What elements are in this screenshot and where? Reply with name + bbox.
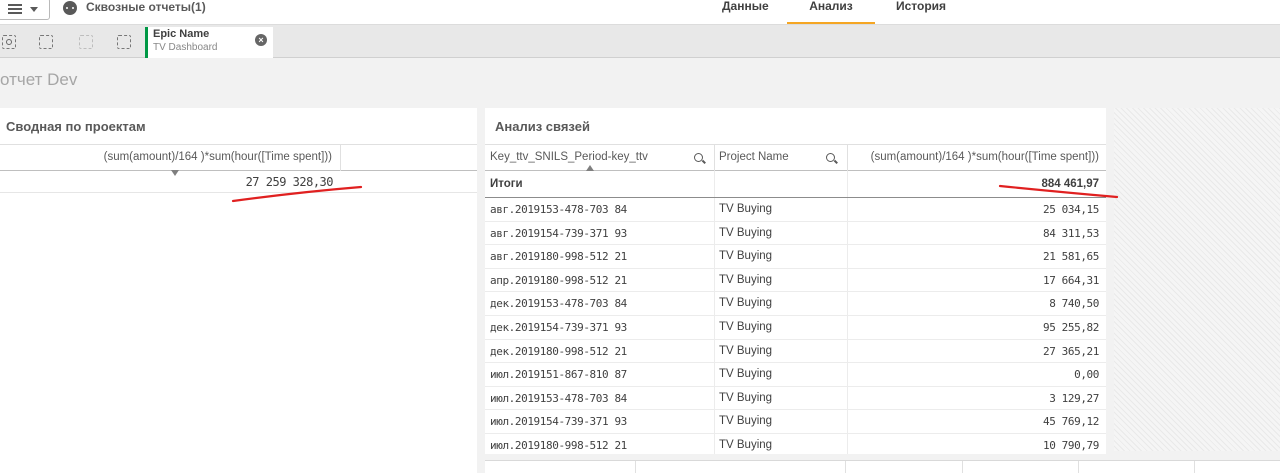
close-icon[interactable]: × (255, 34, 267, 46)
links-analysis-panel: Анализ связей Key_ttv_SNILS_Period-key_t… (485, 108, 1106, 454)
cell-value[interactable]: 84 311,53 (848, 222, 1106, 245)
cell-project[interactable]: TV Buying (715, 339, 848, 363)
total-row: 27 259 328,30 (0, 171, 477, 193)
selection-chip[interactable]: Epic Name TV Dashboard × (145, 27, 273, 58)
app-icon (63, 1, 77, 15)
app-title[interactable]: Сквозные отчеты(1) (86, 0, 206, 14)
search-icon[interactable] (826, 153, 835, 162)
cell-project[interactable]: TV Buying (715, 434, 848, 454)
cell-key[interactable]: июл.2019180-998-512 21 (485, 434, 715, 454)
sheet-title: отчет Dev (0, 70, 78, 89)
totals-label: Итоги (485, 171, 715, 197)
cell-value[interactable]: 95 255,82 (848, 316, 1106, 339)
cell-key[interactable]: июл.2019153-478-703 84 (485, 386, 715, 410)
column-header-label: Project Name (719, 151, 789, 163)
cell-value[interactable]: 21 581,65 (848, 245, 1106, 268)
cell-value[interactable]: 8 740,50 (848, 292, 1106, 315)
table-row: дек.2019153-478-703 84 TV Buying 8 740,50 (485, 292, 1106, 316)
cell-key[interactable]: дек.2019154-739-371 93 (485, 316, 715, 339)
selection-field-name: Epic Name (153, 28, 210, 40)
hamburger-icon (8, 4, 22, 14)
cell-key[interactable]: дек.2019153-478-703 84 (485, 292, 715, 316)
cell-project[interactable]: TV Buying (715, 198, 848, 221)
cell-value[interactable]: 3 129,27 (848, 387, 1106, 410)
cell-key[interactable]: апр.2019180-998-512 21 (485, 268, 715, 292)
sort-desc-icon (171, 170, 179, 176)
cell-value[interactable]: 27 365,21 (848, 340, 1106, 363)
totals-empty (715, 171, 848, 197)
clear-selections-icon[interactable] (117, 35, 131, 49)
smart-search-icon[interactable] (2, 35, 16, 49)
tab-history[interactable]: История (896, 0, 946, 24)
global-menu-button[interactable] (0, 0, 50, 20)
cell-project[interactable]: TV Buying (715, 363, 848, 387)
cell-project[interactable]: TV Buying (715, 386, 848, 410)
table-header: Key_ttv_SNILS_Period-key_ttv Project Nam… (485, 144, 1106, 171)
cell-key[interactable]: июл.2019154-739-371 93 (485, 410, 715, 434)
step-forward-icon[interactable] (79, 35, 93, 49)
panel-title: Анализ связей (495, 119, 590, 134)
cell-project[interactable]: TV Buying (715, 221, 848, 245)
cell-key[interactable]: авг.2019153-478-703 84 (485, 198, 715, 221)
column-header-label: Key_ttv_SNILS_Period-key_ttv (490, 151, 648, 163)
panel-title: Сводная по проектам (6, 119, 146, 134)
table-row: авг.2019154-739-371 93 TV Buying 84 311,53 (485, 221, 1106, 246)
cell-value[interactable]: 45 769,12 (848, 410, 1106, 433)
table-row: июл.2019154-739-371 93 TV Buying 45 769,12 (485, 410, 1106, 434)
column-header-measure[interactable]: (sum(amount)/164 )*sum(hour([Time spent]… (848, 145, 1106, 171)
cell-value[interactable]: 10 790,79 (848, 434, 1106, 454)
column-header-key[interactable]: Key_ttv_SNILS_Period-key_ttv (485, 145, 715, 171)
empty-grid-area (1114, 108, 1280, 451)
tab-data[interactable]: Данные (722, 0, 769, 24)
selection-field-value: TV Dashboard (153, 42, 218, 53)
column-header-measure[interactable]: (sum(amount)/164 )*sum(hour([Time spent]… (0, 145, 341, 171)
pivot-panel: Сводная по проектам (sum(amount)/164 )*s… (0, 108, 477, 473)
table-header: (sum(amount)/164 )*sum(hour([Time spent]… (0, 144, 477, 171)
cell-key[interactable]: авг.2019180-998-512 21 (485, 245, 715, 269)
table-row: авг.2019153-478-703 84 TV Buying 25 034,15 (485, 198, 1106, 222)
step-back-icon[interactable] (39, 35, 53, 49)
column-header-project[interactable]: Project Name (715, 145, 848, 171)
totals-value[interactable]: 884 461,97 (848, 171, 1106, 197)
cell-project[interactable]: TV Buying (715, 292, 848, 316)
table-row: июл.2019153-478-703 84 TV Buying 3 129,27 (485, 386, 1106, 411)
cell-value[interactable]: 17 664,31 (848, 269, 1106, 292)
table-row: дек.2019180-998-512 21 TV Buying 27 365,21 (485, 339, 1106, 364)
cell-project[interactable]: TV Buying (715, 410, 848, 434)
table-row: апр.2019180-998-512 21 TV Buying 17 664,31 (485, 268, 1106, 293)
cell-value[interactable]: 0,00 (848, 363, 1106, 386)
cell-key[interactable]: июл.2019151-867-810 87 (485, 363, 715, 387)
cell-project[interactable]: TV Buying (715, 316, 848, 339)
top-bar: Сквозные отчеты(1) Данные Анализ История (0, 0, 1280, 25)
bottom-object-strip (485, 460, 1280, 473)
cell-key[interactable]: дек.2019180-998-512 21 (485, 339, 715, 363)
cell-project[interactable]: TV Buying (715, 245, 848, 269)
tab-analysis[interactable]: Анализ (787, 0, 875, 24)
table-row: дек.2019154-739-371 93 TV Buying 95 255,82 (485, 316, 1106, 340)
cell-key[interactable]: авг.2019154-739-371 93 (485, 221, 715, 245)
cell-project[interactable]: TV Buying (715, 268, 848, 292)
table-row: июл.2019151-867-810 87 TV Buying 0,00 (485, 363, 1106, 387)
table-row: авг.2019180-998-512 21 TV Buying 21 581,65 (485, 245, 1106, 269)
chevron-down-icon (30, 7, 38, 12)
search-icon[interactable] (694, 153, 703, 162)
table-row: июл.2019180-998-512 21 TV Buying 10 790,79 (485, 434, 1106, 454)
cell-value[interactable]: 25 034,15 (848, 198, 1106, 221)
totals-row: Итоги 884 461,97 (485, 171, 1106, 198)
